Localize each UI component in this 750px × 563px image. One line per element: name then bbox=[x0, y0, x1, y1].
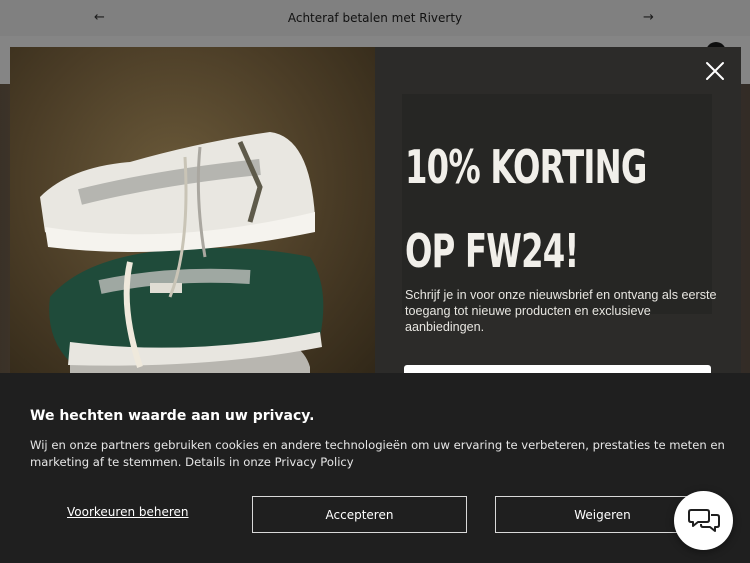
popup-headline: 10% KORTING OP FW24! bbox=[405, 125, 655, 293]
newsletter-popup: 10% KORTING OP FW24! Schrijf je in voor … bbox=[10, 47, 741, 395]
sneaker-image bbox=[10, 47, 375, 387]
headline-line-1: 10% KORTING bbox=[405, 140, 647, 194]
popup-content: 10% KORTING OP FW24! Schrijf je in voor … bbox=[375, 47, 741, 395]
headline-line-2: OP FW24! bbox=[405, 224, 579, 278]
chat-launcher-button[interactable] bbox=[674, 491, 733, 550]
cookie-title: We hechten waarde aan uw privacy. bbox=[30, 408, 315, 424]
manage-preferences-link[interactable]: Voorkeuren beheren bbox=[67, 505, 189, 519]
privacy-policy-link[interactable]: Privacy Policy bbox=[275, 455, 354, 469]
accept-button[interactable]: Accepteren bbox=[252, 496, 467, 533]
close-icon[interactable] bbox=[703, 59, 727, 83]
cookie-description: Wij en onze partners gebruiken cookies e… bbox=[30, 438, 725, 469]
popup-body-text: Schrijf je in voor onze nieuwsbrief en o… bbox=[405, 288, 717, 334]
chat-bubbles-icon bbox=[687, 508, 720, 532]
cookie-text: Wij en onze partners gebruiken cookies e… bbox=[30, 437, 730, 471]
sneaker-illustration bbox=[40, 132, 324, 387]
cookie-banner: We hechten waarde aan uw privacy. Wij en… bbox=[0, 373, 750, 563]
